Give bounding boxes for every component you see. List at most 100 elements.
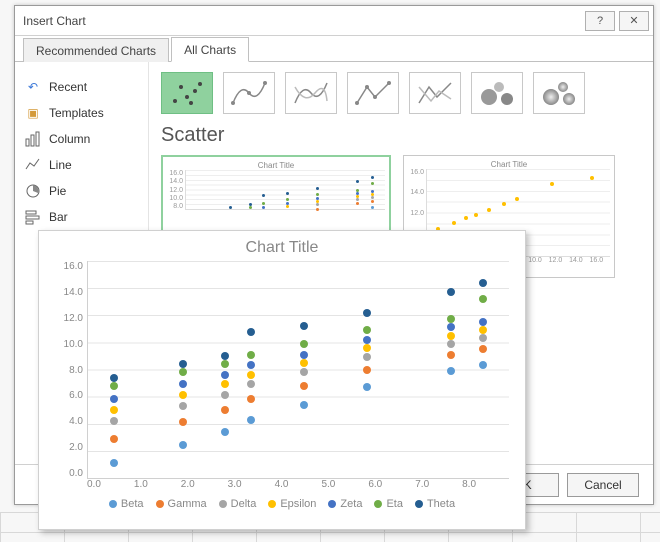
folder-icon: ▣: [25, 105, 41, 121]
data-point: [363, 383, 371, 391]
data-point: [300, 340, 308, 348]
sidebar-item-column[interactable]: Column: [21, 126, 142, 152]
data-point: [221, 371, 229, 379]
data-point: [479, 334, 487, 342]
y-axis: 16.014.012.010.08.06.04.02.00.0: [55, 261, 87, 479]
help-icon: ?: [597, 15, 603, 27]
legend-swatch: [219, 500, 227, 508]
sidebar-item-label: Recent: [49, 80, 87, 94]
data-point: [110, 417, 118, 425]
sidebar-item-label: Pie: [49, 184, 66, 198]
data-point: [363, 353, 371, 361]
sidebar-item-templates[interactable]: ▣ Templates: [21, 100, 142, 126]
data-point: [447, 332, 455, 340]
sidebar-item-pie[interactable]: Pie: [21, 178, 142, 204]
data-point: [300, 351, 308, 359]
legend-item: Epsilon: [268, 498, 316, 510]
data-point: [110, 382, 118, 390]
data-point: [300, 368, 308, 376]
help-button[interactable]: ?: [585, 11, 615, 31]
window-title: Insert Chart: [23, 14, 581, 28]
legend-item: Eta: [374, 498, 403, 510]
data-point: [179, 360, 187, 368]
data-point: [447, 323, 455, 331]
legend-swatch: [328, 500, 336, 508]
data-point: [247, 371, 255, 379]
legend-swatch: [415, 500, 423, 508]
sidebar-item-label: Line: [49, 158, 72, 172]
mini-y-axis: 16.014.012.010.08.0: [167, 170, 185, 210]
data-point: [447, 288, 455, 296]
x-axis: 0.01.02.03.04.05.06.07.08.0: [87, 479, 509, 490]
sidebar-item-bar[interactable]: Bar: [21, 204, 142, 230]
scatter-type-bubble-3d[interactable]: [533, 72, 585, 114]
data-point: [479, 279, 487, 287]
data-point: [221, 352, 229, 360]
data-point: [247, 380, 255, 388]
data-point: [300, 382, 308, 390]
chart-title: Chart Title: [55, 239, 509, 257]
data-point: [363, 366, 371, 374]
data-point: [179, 418, 187, 426]
preview-title: Chart Title: [167, 161, 385, 170]
legend-swatch: [374, 500, 382, 508]
data-point: [179, 402, 187, 410]
data-point: [300, 322, 308, 330]
line-chart-icon: [25, 157, 41, 173]
data-point: [110, 406, 118, 414]
legend-swatch: [109, 500, 117, 508]
scatter-type-smooth-lines[interactable]: [285, 72, 337, 114]
titlebar: Insert Chart ? ✕: [15, 6, 653, 36]
cancel-button[interactable]: Cancel: [567, 473, 639, 497]
scatter-type-markers[interactable]: [161, 72, 213, 114]
column-chart-icon: [25, 131, 41, 147]
sidebar-item-label: Column: [49, 132, 90, 146]
legend-swatch: [268, 500, 276, 508]
data-point: [363, 326, 371, 334]
scatter-type-bubble[interactable]: [471, 72, 523, 114]
legend-item: Delta: [219, 498, 257, 510]
scatter-type-smooth-lines-markers[interactable]: [223, 72, 275, 114]
tab-recommended-charts[interactable]: Recommended Charts: [23, 38, 169, 62]
tab-strip: Recommended Charts All Charts: [15, 36, 653, 62]
data-point: [221, 360, 229, 368]
data-point: [479, 345, 487, 353]
scatter-subtype-row: [161, 72, 641, 114]
data-point: [110, 435, 118, 443]
data-point: [447, 351, 455, 359]
legend-item: Theta: [415, 498, 455, 510]
legend-item: Zeta: [328, 498, 362, 510]
mini-plot-1: [185, 170, 385, 210]
scatter-type-straight-lines[interactable]: [409, 72, 461, 114]
data-point: [247, 361, 255, 369]
data-point: [479, 361, 487, 369]
data-point: [221, 406, 229, 414]
tab-all-charts[interactable]: All Charts: [171, 37, 249, 62]
data-point: [300, 401, 308, 409]
plot-area: [87, 261, 509, 479]
data-point: [363, 344, 371, 352]
data-point: [447, 315, 455, 323]
sidebar-item-label: Templates: [49, 106, 104, 120]
data-point: [300, 359, 308, 367]
data-point: [110, 374, 118, 382]
chart-enlarged-tooltip: Chart Title 16.014.012.010.08.06.04.02.0…: [38, 230, 526, 530]
recent-icon: ↶: [25, 79, 41, 95]
legend-item: Gamma: [156, 498, 207, 510]
data-point: [479, 318, 487, 326]
sidebar-item-label: Bar: [49, 210, 68, 224]
sidebar-item-line[interactable]: Line: [21, 152, 142, 178]
data-point: [363, 336, 371, 344]
chart-type-heading: Scatter: [161, 124, 641, 147]
data-point: [247, 416, 255, 424]
data-point: [221, 380, 229, 388]
preview-title: Chart Title: [408, 160, 610, 169]
sidebar-item-recent[interactable]: ↶ Recent: [21, 74, 142, 100]
data-point: [363, 309, 371, 317]
data-point: [221, 391, 229, 399]
scatter-type-straight-lines-markers[interactable]: [347, 72, 399, 114]
close-icon: ✕: [629, 14, 638, 27]
data-point: [179, 391, 187, 399]
data-point: [479, 295, 487, 303]
close-button[interactable]: ✕: [619, 11, 649, 31]
